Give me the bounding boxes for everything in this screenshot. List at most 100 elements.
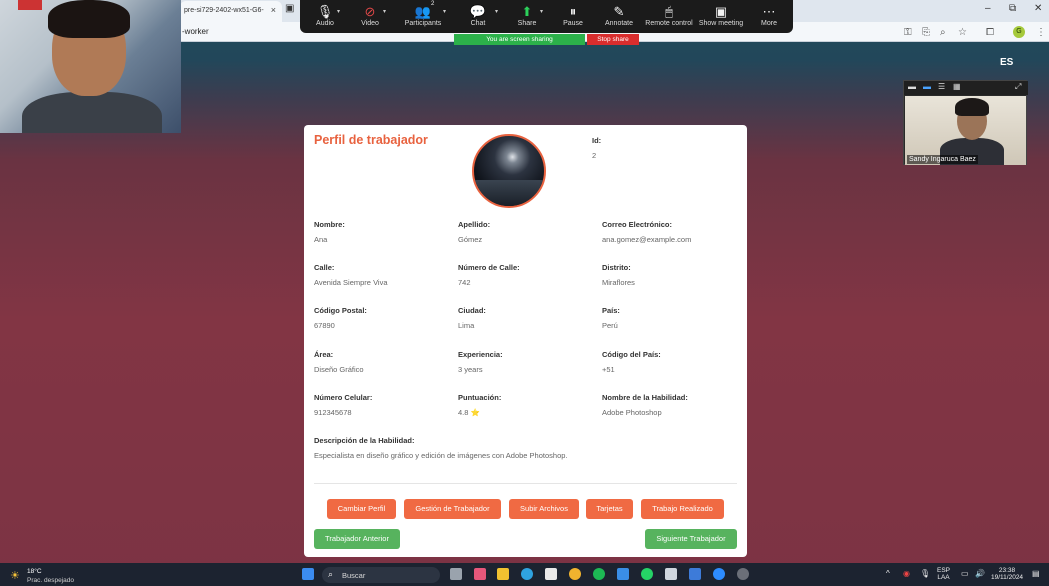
chrome-menu-icon[interactable]: ⋮ (1036, 27, 1046, 38)
chevron-up-icon[interactable]: ^ (886, 569, 890, 578)
lang-top: ESP (937, 567, 951, 574)
windows-start-icon[interactable] (302, 568, 314, 580)
field-label: Distrito: (602, 263, 631, 272)
chrome-icon[interactable] (569, 568, 581, 580)
more-icon: ⋯ (762, 4, 776, 19)
field-label: Código del País: (602, 350, 661, 359)
address-text[interactable]: -worker (182, 27, 209, 36)
copilot-icon[interactable] (474, 568, 486, 580)
pause-button[interactable]: ⏸ Pause (548, 3, 598, 27)
profile-avatar[interactable]: G (1013, 26, 1025, 38)
siguiente-trabajador-button[interactable]: Siguiente Trabajador (645, 529, 737, 549)
expand-icon[interactable]: ⤢ (1015, 82, 1021, 92)
extensions-icon[interactable]: ⧠ (986, 27, 994, 38)
store-icon[interactable] (545, 568, 557, 580)
todo-icon[interactable] (689, 568, 701, 580)
trabajo-realizado-button[interactable]: Trabajo Realizado (641, 499, 724, 519)
close-window-icon[interactable]: ✕ (1034, 3, 1042, 14)
field-value: Gómez (458, 235, 483, 244)
self-webcam-feed (0, 0, 181, 133)
snipping-tool-icon[interactable] (665, 568, 677, 580)
field-distrito: Distrito: Miraflores (602, 263, 635, 287)
keyboard-language[interactable]: ESP LAA (937, 567, 950, 581)
notifications-icon[interactable]: ▤ (1032, 569, 1040, 578)
taskbar-search[interactable]: ⌕ Buscar (322, 567, 440, 583)
share-screen-icon: ⬆ (521, 4, 533, 19)
show-meeting-icon: ▣ (714, 4, 728, 19)
worker-profile-card: Perfil de trabajador Id: 2 Nombre: Ana A… (304, 125, 747, 557)
field-label: Número de Calle: (458, 263, 520, 272)
stop-share-button[interactable]: Stop share (587, 34, 639, 45)
share-caret-icon[interactable]: ▾ (540, 8, 543, 15)
spotify-icon[interactable] (593, 568, 605, 580)
password-key-icon[interactable]: ⚿ (904, 27, 912, 38)
audio-caret-icon[interactable]: ▾ (337, 8, 340, 15)
annotate-pen-icon: ✎ (613, 4, 625, 19)
rating-value-row: 4.8 ⭐ (458, 408, 501, 417)
field-numero-celular: Número Celular: 912345678 (314, 393, 372, 417)
edge-icon[interactable] (521, 568, 533, 580)
browser-tab[interactable]: pre-si729-2402-wx51-G6- × (180, 1, 282, 22)
field-habilidad: Nombre de la Habilidad: Adobe Photoshop (602, 393, 688, 417)
chat-button[interactable]: 💬 Chat (453, 3, 503, 27)
whatsapp-icon[interactable] (641, 568, 653, 580)
annotate-button[interactable]: ✎ Annotate (594, 3, 644, 27)
maximize-icon[interactable]: ⧉ (1009, 3, 1016, 14)
participant-hair (955, 98, 989, 116)
field-value: Diseño Gráfico (314, 365, 364, 374)
webcam-person-hair (48, 0, 130, 38)
gestion-trabajador-button[interactable]: Gestión de Trabajador (404, 499, 501, 519)
clock[interactable]: 23:38 19/11/2024 (991, 567, 1023, 581)
volume-icon[interactable]: 🔊 (975, 569, 985, 578)
subir-archivos-button[interactable]: Subir Archivos (509, 499, 579, 519)
field-value: Avenida Siempre Viva (314, 278, 388, 287)
microphone-icon: 🎙 (316, 4, 334, 19)
show-meeting-button[interactable]: ▣ Show meeting (696, 3, 746, 27)
zoom-magnifier-icon[interactable]: ⌕ (940, 27, 946, 38)
cambiar-perfil-button[interactable]: Cambiar Perfil (327, 499, 396, 519)
field-value: +51 (602, 365, 615, 374)
antivirus-icon[interactable]: ◉ (903, 569, 910, 578)
participants-button[interactable]: 👥 Participants (398, 3, 448, 27)
close-tab-icon[interactable]: × (271, 5, 276, 15)
field-descripcion: Descripción de la Habilidad: Especialist… (314, 436, 568, 460)
zoom-app-icon[interactable] (713, 568, 725, 580)
participants-count: 2 (431, 1, 435, 7)
video-button[interactable]: ⊘ Video (345, 3, 395, 27)
field-label: Experiencia: (458, 350, 503, 359)
new-tab-icon[interactable]: ▣ (285, 3, 294, 14)
participants-icon: 👥 (414, 4, 432, 19)
star-icon: ⭐ (470, 408, 480, 417)
bookmark-star-icon[interactable]: ☆ (958, 27, 967, 38)
chat-caret-icon[interactable]: ▾ (495, 8, 498, 15)
file-explorer-icon[interactable] (497, 568, 509, 580)
audio-button[interactable]: 🎙 Audio (300, 3, 350, 27)
video-caret-icon[interactable]: ▾ (383, 8, 386, 15)
minimize-icon[interactable]: – (985, 3, 991, 14)
notepad-icon[interactable] (617, 568, 629, 580)
minimize-thumb-icon[interactable]: ▬ (908, 82, 916, 91)
task-view-icon[interactable] (450, 568, 462, 580)
tarjetas-button[interactable]: Tarjetas (586, 499, 633, 519)
participants-caret-icon[interactable]: ▾ (443, 8, 446, 15)
participant-video-thumbnail[interactable]: ▬ ▬ ☰ ▦ ⤢ Sandy Ingaruca Baez (903, 80, 1028, 165)
field-label: Nombre: (314, 220, 345, 229)
field-value: Especialista en diseño gráfico y edición… (314, 451, 568, 460)
trabajador-anterior-button[interactable]: Trabajador Anterior (314, 529, 400, 549)
field-experiencia: Experiencia: 3 years (458, 350, 503, 374)
share-button[interactable]: ⬆ Share (502, 3, 552, 27)
more-button[interactable]: ⋯ More (744, 3, 794, 27)
search-icon: ⌕ (328, 569, 334, 579)
gallery-view-icon[interactable]: ▦ (953, 82, 961, 91)
single-view-icon[interactable]: ▬ (923, 82, 931, 91)
field-value: ana.gomez@example.com (602, 235, 692, 244)
windows-taskbar: ☀ 18°C Prac. despejado ⌕ Buscar ^ ◉ 🎙 ES… (0, 563, 1049, 586)
translate-icon[interactable]: ⎘ (922, 27, 930, 38)
field-label: Correo Electrónico: (602, 220, 673, 229)
remote-control-button[interactable]: 🖱 Remote control (644, 3, 694, 27)
network-icon[interactable]: ▭ (961, 569, 969, 578)
chat-label: Chat (470, 20, 486, 27)
speaker-view-icon[interactable]: ☰ (938, 82, 945, 91)
microphone-tray-icon[interactable]: 🎙 (920, 569, 930, 578)
settings-gear-icon[interactable] (737, 568, 749, 580)
